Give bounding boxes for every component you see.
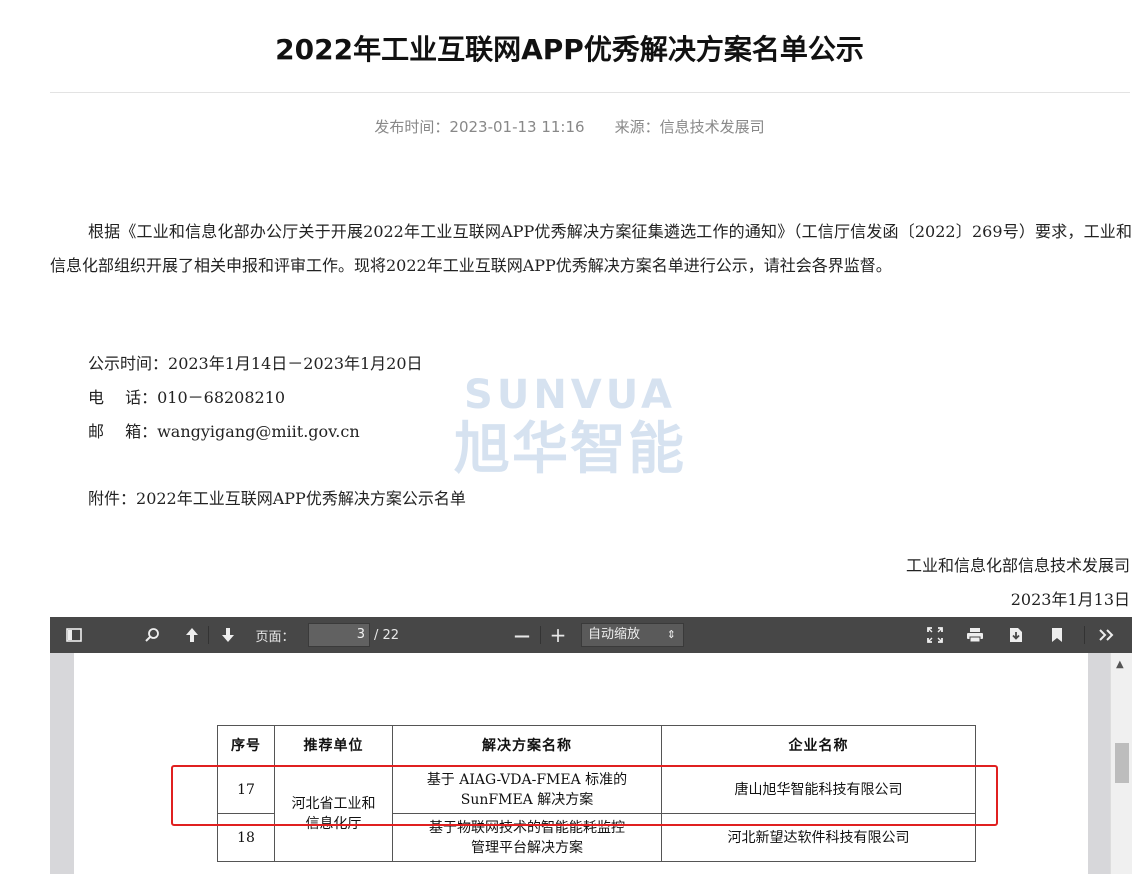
- pdf-toolbar: 页面： 3 / 22 — + 自动缩放 ⇕: [50, 617, 1132, 653]
- zoom-out-button[interactable]: —: [510, 617, 534, 653]
- attachment-link[interactable]: 2022年工业互联网APP优秀解决方案公示名单: [136, 489, 466, 508]
- column-header: 序号: [217, 725, 275, 766]
- sidebar-toggle-icon[interactable]: [62, 617, 86, 653]
- pdf-page: 序号 推荐单位 解决方案名称 企业名称 17 河北省工业和 信息化厅 基于 AI…: [74, 653, 1088, 874]
- bookmark-icon[interactable]: [1045, 617, 1069, 653]
- attachment: 附件：2022年工业互联网APP优秀解决方案公示名单: [88, 489, 466, 509]
- row-highlight-box: [171, 765, 998, 826]
- column-header: 解决方案名称: [392, 725, 662, 766]
- zoom-in-button[interactable]: +: [546, 617, 570, 653]
- zoom-value: 自动缩放: [588, 627, 641, 642]
- email-value[interactable]: wangyigang@miit.gov.cn: [157, 422, 360, 441]
- zoom-select[interactable]: 自动缩放 ⇕: [581, 623, 684, 647]
- pdf-viewer: 页面： 3 / 22 — + 自动缩放 ⇕ 序号 推荐单位 解决方案名称 企业名…: [50, 617, 1132, 874]
- email: 邮 箱：wangyigang@miit.gov.cn: [88, 422, 360, 442]
- article-meta: 发布时间：2023-01-13 11:16 来源：信息技术发展司: [0, 116, 1139, 137]
- title-divider: [50, 92, 1130, 93]
- total-pages: / 22: [374, 627, 400, 643]
- more-tools-icon[interactable]: [1094, 617, 1118, 653]
- signature-org: 工业和信息化部信息技术发展司: [905, 556, 1130, 575]
- notice-period-label: 公示时间：: [88, 354, 169, 373]
- page-label: 页面：: [255, 629, 295, 645]
- source: 来源：信息技术发展司: [614, 118, 765, 136]
- page-number-input[interactable]: 3: [308, 623, 370, 647]
- previous-page-icon[interactable]: [180, 617, 204, 653]
- attachment-label: 附件：: [88, 489, 137, 508]
- table-header-row: 序号 推荐单位 解决方案名称 企业名称: [217, 725, 976, 766]
- article-title: 2022年工业互联网APP优秀解决方案名单公示: [275, 33, 864, 66]
- phone-value: 010－68208210: [157, 388, 286, 407]
- article-body: 根据《工业和信息化部办公厅关于开展2022年工业互联网APP优秀解决方案征集遴选…: [50, 222, 1132, 275]
- scrollbar-thumb[interactable]: [1115, 743, 1129, 783]
- notice-period: 公示时间：2023年1月14日－2023年1月20日: [88, 354, 423, 374]
- signature-date: 2023年1月13日: [1010, 590, 1130, 609]
- download-icon[interactable]: [1004, 617, 1028, 653]
- column-header: 企业名称: [661, 725, 976, 766]
- publish-time: 发布时间：2023-01-13 11:16: [374, 118, 585, 136]
- email-label: 邮 箱：: [88, 422, 158, 441]
- select-caret-icon: ⇕: [666, 628, 676, 641]
- scroll-up-icon[interactable]: ▲: [1116, 659, 1124, 670]
- column-header: 推荐单位: [274, 725, 393, 766]
- fullscreen-icon[interactable]: [923, 617, 947, 653]
- pdf-canvas[interactable]: 序号 推荐单位 解决方案名称 企业名称 17 河北省工业和 信息化厅 基于 AI…: [50, 653, 1110, 874]
- print-icon[interactable]: [963, 617, 987, 653]
- next-page-icon[interactable]: [216, 617, 240, 653]
- search-icon[interactable]: [140, 617, 164, 653]
- phone-label: 电 话：: [88, 388, 158, 407]
- phone: 电 话：010－68208210: [88, 388, 285, 408]
- pdf-scrollbar[interactable]: ▲: [1110, 653, 1132, 874]
- watermark-logo: SUNVUA 旭华智能: [454, 372, 686, 482]
- notice-period-value: 2023年1月14日－2023年1月20日: [168, 354, 423, 373]
